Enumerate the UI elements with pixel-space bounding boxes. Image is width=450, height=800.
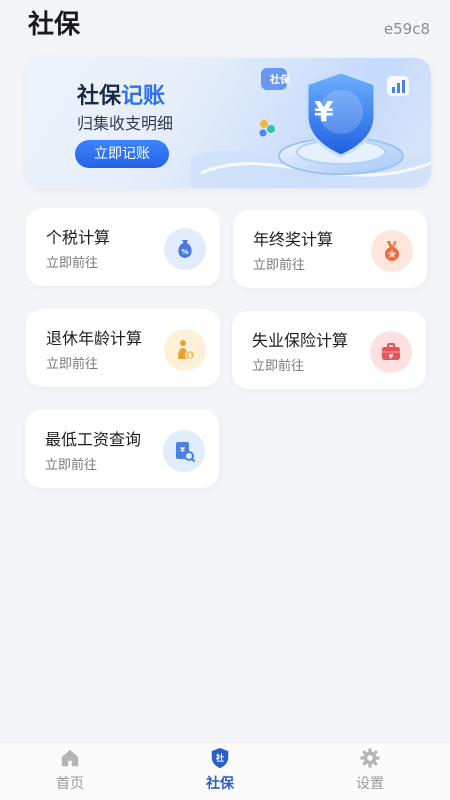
- card-title: 失业保险计算: [252, 331, 349, 350]
- tab-label: 社保: [206, 776, 234, 792]
- header: 社保 e59c8: [0, 0, 450, 50]
- tab-home[interactable]: 首页: [25, 747, 115, 797]
- income-tax-calc-card[interactable]: 个税计算 立即前往 %: [26, 208, 220, 286]
- tab-label: 首页: [56, 776, 84, 792]
- medal-icon: [371, 230, 413, 272]
- tab-label: 设置: [356, 776, 384, 792]
- minimum-wage-query-card[interactable]: 最低工资查询 立即前往 ¥: [25, 410, 219, 488]
- banner-title: 社保记账: [77, 78, 165, 110]
- home-icon: [61, 749, 79, 767]
- money-bag-icon: %: [164, 228, 206, 270]
- svg-text:$: $: [188, 353, 192, 360]
- card-title: 年终奖计算: [253, 230, 334, 249]
- banner-title-plain: 社保: [77, 84, 122, 109]
- retirement-icon: $: [164, 329, 206, 371]
- page-title: 社保: [28, 10, 81, 40]
- retirement-age-calc-card[interactable]: 退休年龄计算 立即前往 $: [26, 309, 220, 387]
- banner-shield-illustration: [191, 68, 431, 188]
- tab-social-security[interactable]: 社 社保: [175, 747, 265, 797]
- unemployment-insurance-calc-card[interactable]: 失业保险计算 立即前往 ¥: [232, 311, 426, 389]
- settings-gear-icon: [360, 748, 380, 768]
- bottom-tab-bar: 首页 社 社保 设置: [0, 742, 450, 800]
- card-title: 个税计算: [46, 228, 111, 247]
- svg-text:%: %: [181, 248, 188, 256]
- card-title: 退休年龄计算: [46, 329, 143, 348]
- svg-text:¥: ¥: [180, 446, 185, 454]
- card-subtitle: 立即前往: [45, 458, 98, 473]
- card-subtitle: 立即前往: [252, 359, 305, 374]
- briefcase-icon: ¥: [370, 331, 412, 373]
- card-subtitle: 立即前往: [253, 258, 306, 273]
- shield-icon: 社: [211, 747, 229, 769]
- accounting-banner[interactable]: 社保记账 归集收支明细 立即记账 社保 ¥: [27, 58, 431, 188]
- banner-badge: 社保: [270, 75, 290, 86]
- card-subtitle: 立即前往: [46, 357, 99, 372]
- banner-subtitle: 归集收支明细: [77, 114, 174, 133]
- banner-currency-symbol: ¥: [314, 95, 334, 128]
- year-end-bonus-calc-card[interactable]: 年终奖计算 立即前往: [233, 210, 427, 288]
- card-title: 最低工资查询: [45, 430, 142, 449]
- version-code: e59c8: [383, 20, 430, 38]
- banner-title-highlight: 记账: [121, 84, 166, 109]
- wage-search-icon: ¥: [163, 430, 205, 472]
- record-now-button[interactable]: 立即记账: [75, 140, 169, 168]
- svg-text:社: 社: [215, 753, 225, 763]
- tab-settings[interactable]: 设置: [325, 747, 415, 797]
- card-subtitle: 立即前往: [46, 256, 99, 271]
